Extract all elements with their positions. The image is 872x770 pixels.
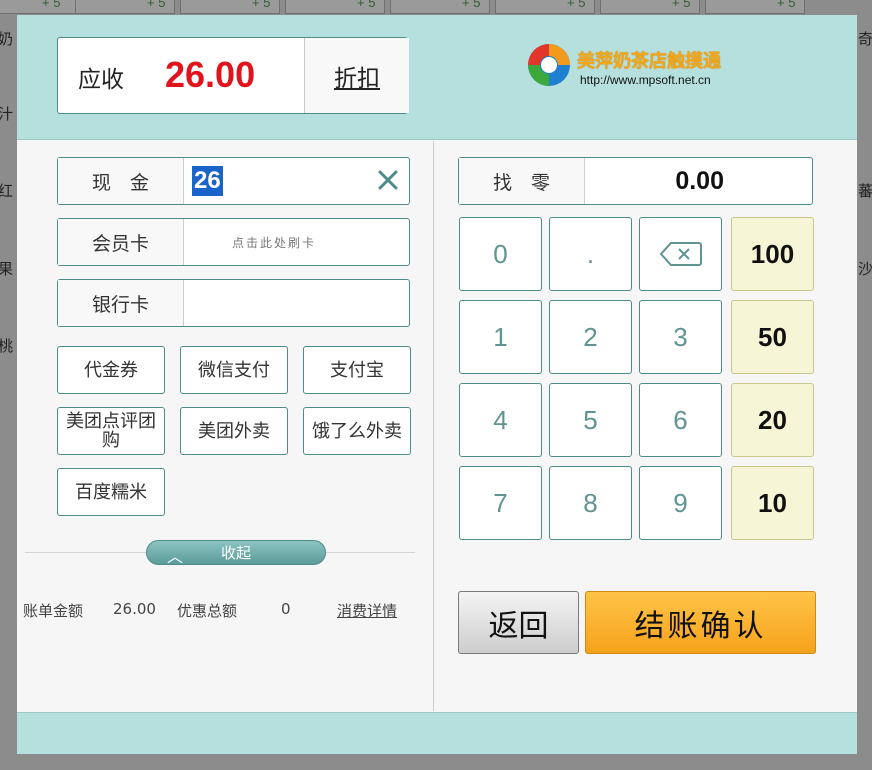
checkout-dialog: 应收 26.00 折扣 美萍奶茶店触摸通 http://www.mpsoft.n… [17, 15, 857, 754]
bg-item-text: 红 [0, 182, 14, 200]
receivable-box: 应收 26.00 折扣 [57, 37, 409, 114]
key-0[interactable]: 0 [459, 217, 542, 291]
cash-row: 现 金 26 [57, 157, 410, 205]
cash-label: 现 金 [58, 158, 184, 204]
receivable-amount: 26.00 [165, 54, 256, 95]
key-6[interactable]: 6 [639, 383, 722, 457]
key-4[interactable]: 4 [459, 383, 542, 457]
receivable-label: 应收 [78, 67, 124, 93]
key-8[interactable]: 8 [549, 466, 632, 540]
quick-amount-100[interactable]: 100 [731, 217, 814, 291]
bg-plus-label: + 5 [672, 0, 691, 10]
backspace-icon [659, 242, 702, 266]
change-row: 找 零 0.00 [458, 157, 813, 205]
discount-total-label: 优惠总额 [177, 602, 238, 620]
cash-value[interactable]: 26 [192, 166, 223, 196]
wechat-pay-button[interactable]: 微信支付 [180, 346, 288, 394]
bg-plus-label: + 5 [777, 0, 796, 10]
change-value: 0.00 [675, 167, 724, 195]
bg-item-text: 蕃 [858, 182, 872, 200]
key-2[interactable]: 2 [549, 300, 632, 374]
quick-amount-50[interactable]: 50 [731, 300, 814, 374]
meituan-takeout-button[interactable]: 美团外卖 [180, 407, 288, 455]
bg-plus-label: + 5 [462, 0, 481, 10]
cash-input[interactable]: 26 [192, 158, 223, 204]
close-icon[interactable] [375, 167, 401, 193]
alipay-button[interactable]: 支付宝 [303, 346, 411, 394]
bg-tile [0, 0, 77, 14]
bg-plus-label: + 5 [42, 0, 61, 10]
back-button[interactable]: 返回 [458, 591, 579, 654]
eleme-button[interactable]: 饿了么外卖 [303, 407, 411, 455]
bank-card-row: 银行卡 [57, 279, 410, 327]
discount-total-value: 0 [281, 600, 291, 618]
panel-divider [433, 141, 434, 711]
backspace-key[interactable] [639, 217, 722, 291]
chevron-up-icon: ︿ [167, 547, 184, 566]
bg-plus-label: + 5 [567, 0, 586, 10]
change-label: 找 零 [459, 158, 585, 204]
bill-amount-label: 账单金额 [23, 602, 84, 620]
key-9[interactable]: 9 [639, 466, 722, 540]
collapse-label: 收起 [220, 544, 251, 562]
voucher-button[interactable]: 代金券 [57, 346, 165, 394]
consumption-details-link[interactable]: 消费详情 [337, 600, 397, 621]
confirm-checkout-button[interactable]: 结账确认 [585, 591, 816, 654]
bg-item-text: 沙 [858, 260, 872, 278]
logo-url: http://www.mpsoft.net.cn [580, 73, 711, 87]
key-7[interactable]: 7 [459, 466, 542, 540]
bg-item-text: 奇 [858, 30, 872, 48]
collapse-button[interactable]: ︿ 收起 [146, 540, 326, 566]
bg-plus-label: + 5 [147, 0, 166, 10]
bank-card-label: 银行卡 [58, 280, 184, 326]
member-card-row: 会员卡 点击此处刷卡 [57, 218, 410, 266]
bg-item-text: 汁 [0, 105, 14, 123]
brand-logo: 美萍奶茶店触摸通 http://www.mpsoft.net.cn [525, 41, 745, 91]
bank-card-input[interactable] [192, 280, 402, 326]
bg-item-text: 奶 [0, 30, 14, 48]
quick-amount-10[interactable]: 10 [731, 466, 814, 540]
key-5[interactable]: 5 [549, 383, 632, 457]
discount-button[interactable]: 折扣 [304, 38, 409, 113]
mpsoft-logo-icon [528, 44, 570, 86]
footer-band [17, 712, 857, 754]
bg-item-text: 果 [0, 260, 14, 278]
quick-amount-20[interactable]: 20 [731, 383, 814, 457]
member-card-placeholder: 点击此处刷卡 [232, 235, 317, 250]
bill-amount-value: 26.00 [113, 600, 156, 618]
key-dot[interactable]: . [549, 217, 632, 291]
bg-item-text: 桃 [0, 337, 14, 355]
header-band: 应收 26.00 折扣 美萍奶茶店触摸通 http://www.mpsoft.n… [17, 15, 857, 140]
logo-name: 美萍奶茶店触摸通 [577, 51, 721, 72]
baidu-nuomi-button[interactable]: 百度糯米 [57, 468, 165, 516]
member-card-label: 会员卡 [58, 219, 184, 265]
key-1[interactable]: 1 [459, 300, 542, 374]
meituan-dianping-button[interactable]: 美团点评团购 [57, 407, 165, 455]
key-3[interactable]: 3 [639, 300, 722, 374]
member-card-input[interactable]: 点击此处刷卡 [232, 219, 316, 265]
bg-plus-label: + 5 [357, 0, 376, 10]
bg-plus-label: + 5 [252, 0, 271, 10]
